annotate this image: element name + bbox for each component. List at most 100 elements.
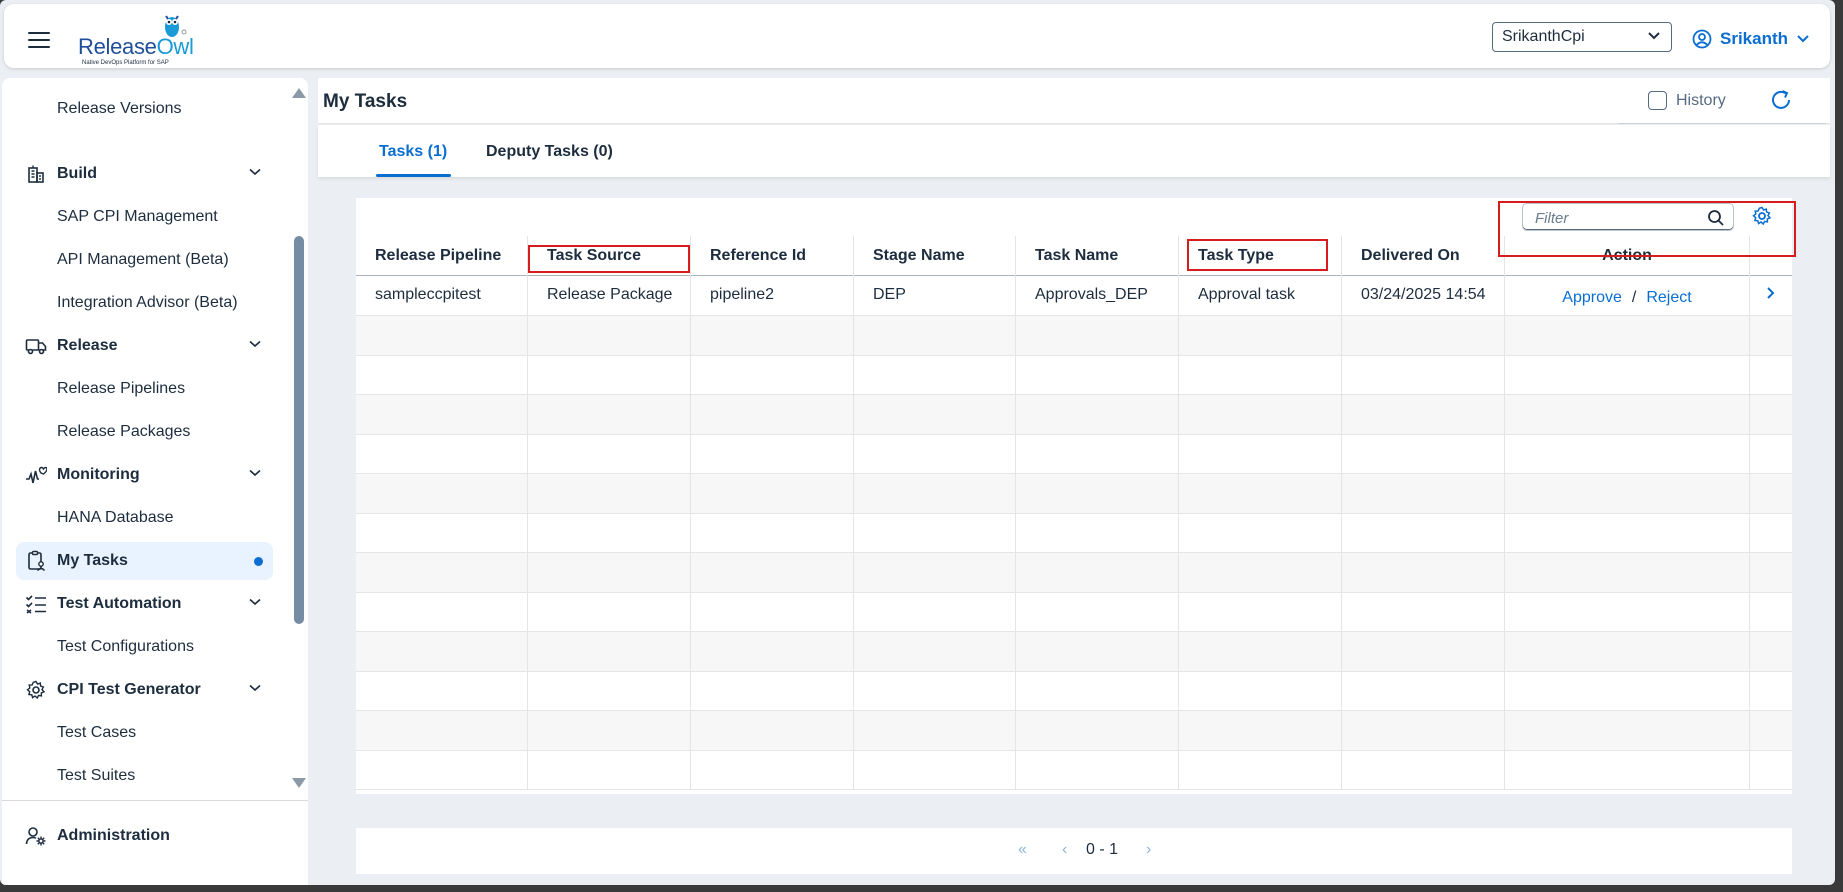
nav-item-administration[interactable]: Administration — [25, 825, 170, 847]
side-navigation: Release Versions Build SAP CPI Management A… — [2, 78, 308, 885]
user-menu-button[interactable]: Srikanth — [1692, 26, 1810, 52]
cell-nav — [1750, 434, 1792, 473]
cell-release-pipeline — [356, 552, 528, 592]
sidebar-item-build[interactable]: Build — [16, 155, 273, 193]
sidebar-item-test-suites[interactable]: Test Suites — [16, 757, 273, 795]
cell-reference-id — [691, 513, 854, 552]
nav-scrollbar[interactable] — [289, 78, 308, 800]
sidebar-item-label: Integration Advisor (Beta) — [57, 294, 238, 311]
sidebar-item-label: Monitoring — [57, 466, 140, 483]
cell-stage-name — [854, 355, 1016, 394]
cell-task-source — [528, 592, 691, 631]
sidebar-item-test-configurations[interactable]: Test Configurations — [16, 628, 273, 666]
gear-icon — [25, 679, 47, 701]
gear-icon[interactable] — [1752, 206, 1772, 226]
approve-link[interactable]: Approve — [1562, 289, 1622, 306]
scroll-down-arrow[interactable] — [292, 778, 306, 788]
reject-link[interactable]: Reject — [1646, 289, 1691, 306]
cell-reference-id — [691, 552, 854, 592]
cell-nav — [1750, 276, 1792, 315]
empty-row — [356, 315, 1792, 356]
sidebar-item-release-pipelines[interactable]: Release Pipelines — [16, 370, 273, 408]
column-header-reference-id[interactable]: Reference Id — [691, 236, 854, 276]
cell-task-name — [1016, 592, 1179, 631]
tab-tasks[interactable]: Tasks (1) — [379, 143, 447, 161]
chevron-down-icon[interactable] — [249, 469, 261, 477]
chevron-down-icon[interactable] — [249, 684, 261, 692]
sidebar-item-test-cases[interactable]: Test Cases — [16, 714, 273, 752]
cell-release-pipeline — [356, 750, 528, 789]
sidebar-footer: Administration — [2, 800, 308, 885]
sidebar-item-release[interactable]: Release — [16, 327, 273, 365]
checkbox-box[interactable] — [1648, 91, 1667, 110]
cell-reference-id — [691, 671, 854, 710]
cell-reference-id — [691, 710, 854, 750]
sidebar-item-monitoring[interactable]: Monitoring — [16, 456, 273, 494]
cell-release-pipeline — [356, 592, 528, 631]
nav-list[interactable]: Release Versions Build SAP CPI Management A… — [2, 78, 292, 800]
empty-row — [356, 473, 1792, 514]
column-header-action[interactable]: Action — [1505, 236, 1750, 276]
sidebar-item-release-packages[interactable]: Release Packages — [16, 413, 273, 451]
sidebar-item-label: My Tasks — [57, 552, 128, 569]
table-row[interactable]: sampleccpitest Release Package pipeline2 DE… — [356, 276, 1792, 316]
chevron-down-icon[interactable] — [249, 340, 261, 348]
column-header-release-pipeline[interactable]: Release Pipeline — [356, 236, 528, 276]
sidebar-item-my-tasks[interactable]: My Tasks — [16, 542, 273, 580]
sidebar-item-hana-database[interactable]: HANA Database — [16, 499, 273, 537]
next-page-icon[interactable]: › — [1146, 841, 1151, 859]
cell-delivered-on — [1342, 315, 1505, 355]
column-header-task-name[interactable]: Task Name — [1016, 236, 1179, 276]
cell-delivered-on: 03/24/2025 14:54 — [1342, 276, 1505, 315]
cell-task-type — [1179, 552, 1342, 592]
cell-reference-id — [691, 592, 854, 631]
cell-release-pipeline: sampleccpitest — [356, 276, 528, 315]
sidebar-item-test-automation[interactable]: Test Automation — [16, 585, 273, 623]
releaseowl-logo[interactable]: ReleaseOwl Native DevOps Platform for SA… — [76, 10, 196, 66]
cell-task-name: Approvals_DEP — [1016, 276, 1179, 315]
monitor-heart-icon — [25, 464, 47, 486]
scroll-up-arrow[interactable] — [292, 88, 306, 98]
filter-input[interactable]: Filter — [1522, 203, 1734, 231]
cell-stage-name — [854, 710, 1016, 750]
search-icon[interactable] — [1707, 209, 1725, 227]
refresh-icon[interactable] — [1769, 88, 1793, 112]
history-checkbox[interactable]: History — [1648, 91, 1726, 110]
sidebar-item-cpi-test-generator[interactable]: CPI Test Generator — [16, 671, 273, 709]
logo-tagline: Native DevOps Platform for SAP — [82, 60, 169, 66]
cell-release-pipeline — [356, 671, 528, 710]
cell-task-name — [1016, 315, 1179, 355]
sidebar-item-release-versions[interactable]: Release Versions — [16, 90, 273, 128]
empty-row — [356, 434, 1792, 474]
cell-action — [1505, 552, 1750, 592]
column-header-delivered-on[interactable]: Delivered On — [1342, 236, 1505, 276]
chevron-down-icon[interactable] — [249, 168, 261, 176]
menu-icon[interactable] — [28, 32, 50, 48]
sidebar-item-api-management-beta[interactable]: API Management (Beta) — [16, 241, 273, 279]
cell-reference-id — [691, 394, 854, 434]
chevron-down-icon[interactable] — [249, 598, 261, 606]
scroll-thumb[interactable] — [294, 236, 304, 624]
checklist-icon — [25, 593, 47, 615]
tab-deputy-tasks[interactable]: Deputy Tasks (0) — [486, 143, 613, 161]
divider — [1618, 123, 1826, 124]
column-header-stage-name[interactable]: Stage Name — [854, 236, 1016, 276]
sidebar-item-label: Release — [57, 337, 118, 354]
first-page-icon[interactable]: « — [1018, 841, 1027, 859]
chevron-right-icon[interactable] — [1766, 286, 1776, 300]
column-header-task-source[interactable]: Task Source — [528, 236, 691, 276]
sidebar-item-label: Build — [57, 165, 97, 182]
prev-page-icon[interactable]: ‹ — [1062, 841, 1067, 859]
empty-row — [356, 631, 1792, 672]
cell-stage-name — [854, 473, 1016, 513]
chevron-down-icon — [1648, 32, 1660, 40]
column-header-task-type[interactable]: Task Type — [1179, 236, 1342, 276]
sidebar-item-sap-cpi-management[interactable]: SAP CPI Management — [16, 198, 273, 236]
sidebar-item-integration-advisor-beta[interactable]: Integration Advisor (Beta) — [16, 284, 273, 322]
cell-task-type: Approval task — [1179, 276, 1342, 315]
sidebar-item-label: Release Versions — [57, 100, 182, 117]
pagination-bar: « ‹ 0 - 1 › — [356, 828, 1792, 874]
tenant-select[interactable]: SrikanthCpi — [1492, 22, 1672, 52]
sidebar-item-label: Test Cases — [57, 724, 137, 741]
sidebar-item-label: Release Pipelines — [57, 380, 186, 397]
